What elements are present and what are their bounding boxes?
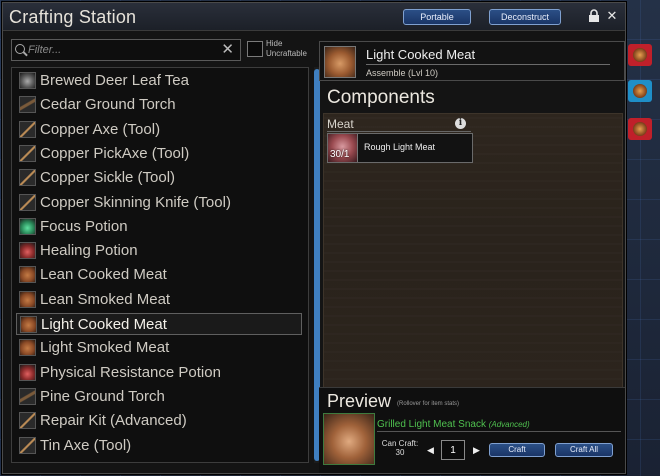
red-potion-icon xyxy=(19,242,36,260)
recipe-item-label: Lean Smoked Meat xyxy=(40,290,171,308)
recipe-item[interactable]: Copper Skinning Knife (Tool) xyxy=(16,192,302,214)
crafting-bag-icon xyxy=(633,122,647,136)
divider xyxy=(377,431,621,432)
recipe-item-label: Copper Skinning Knife (Tool) xyxy=(40,193,231,211)
recipe-item-label: Copper Axe (Tool) xyxy=(40,120,161,138)
side-tab-3[interactable] xyxy=(628,118,652,140)
axe-icon xyxy=(19,120,36,138)
tea-icon xyxy=(19,72,36,89)
recipe-item-label: Brewed Deer Leaf Tea xyxy=(40,72,189,89)
axe-icon xyxy=(19,436,36,454)
craft-button[interactable]: Craft xyxy=(489,443,545,457)
recipe-item[interactable]: Light Smoked Meat xyxy=(16,337,302,359)
product-subtitle: Assemble (Lvl 10) xyxy=(366,68,439,78)
can-craft-value: 30 xyxy=(395,448,405,457)
component-slot-label: Meat xyxy=(327,117,354,131)
lock-icon[interactable] xyxy=(587,9,601,23)
meat-icon xyxy=(19,266,36,284)
increase-quantity-icon[interactable]: ▶ xyxy=(473,445,481,455)
recipe-item[interactable]: Physical Resistance Potion xyxy=(16,362,302,384)
deconstruct-button[interactable]: Deconstruct xyxy=(489,9,561,25)
recipe-item[interactable]: Light Cooked Meat xyxy=(16,313,302,335)
window-title: Crafting Station xyxy=(9,7,137,27)
recipe-item-label: Pine Ground Torch xyxy=(40,387,165,405)
preview-item-name: Grilled Light Meat Snack (Advanced) xyxy=(377,419,530,430)
portable-button[interactable]: Portable xyxy=(403,9,471,25)
meat-icon xyxy=(19,339,36,357)
detail-panel: Light Cooked Meat Assemble (Lvl 10) Comp… xyxy=(319,35,625,473)
torch-icon xyxy=(19,387,36,405)
recipe-item-label: Copper Sickle (Tool) xyxy=(40,169,176,187)
recipe-panel: ✕ Hide Uncraftable Brewed Deer Leaf Tea C… xyxy=(7,35,320,463)
recipe-item[interactable]: Cedar Ground Torch xyxy=(16,94,302,116)
crafting-bag-icon xyxy=(633,84,647,98)
component-item-name: Rough Light Meat xyxy=(364,142,436,152)
recipe-item[interactable]: Copper Axe (Tool) xyxy=(16,119,302,141)
recipe-item-label: Light Cooked Meat xyxy=(41,316,167,333)
recipe-item-label: Lean Cooked Meat xyxy=(40,266,167,284)
craft-all-button[interactable]: Craft All xyxy=(555,443,613,457)
component-slot[interactable]: 30/1 Rough Light Meat xyxy=(327,133,473,163)
close-icon[interactable]: ✕ xyxy=(605,9,619,23)
can-craft-label: Can Craft: xyxy=(381,439,419,448)
meat-icon xyxy=(20,316,37,333)
recipe-item[interactable]: Pine Ground Torch xyxy=(16,386,302,408)
preview-title: Preview xyxy=(327,391,392,411)
recipe-item[interactable]: Lean Cooked Meat xyxy=(16,264,302,286)
can-craft: Can Craft: 30 xyxy=(379,439,421,457)
recipe-item[interactable]: Healing Potion xyxy=(16,240,302,262)
recipe-item-label: Healing Potion xyxy=(40,242,138,260)
recipe-item-label: Copper PickAxe (Tool) xyxy=(40,144,190,162)
product-header: Light Cooked Meat Assemble (Lvl 10) xyxy=(319,41,625,81)
grilled-meat-icon[interactable] xyxy=(323,413,375,465)
side-tab-1[interactable] xyxy=(628,44,652,66)
pickaxe-icon xyxy=(19,144,36,162)
decrease-quantity-icon[interactable]: ◀ xyxy=(427,445,435,455)
clear-filter-icon[interactable]: ✕ xyxy=(221,41,234,59)
hide-uncraftable-checkbox[interactable] xyxy=(247,41,263,57)
recipe-item[interactable]: Focus Potion xyxy=(16,216,302,238)
preview-item-label: Grilled Light Meat Snack xyxy=(377,419,486,430)
meat-icon xyxy=(19,290,36,308)
hide-uncraftable-label: Hide Uncraftable xyxy=(266,39,307,58)
recipe-item[interactable]: Repair Kit (Advanced) xyxy=(16,410,302,432)
recipe-item-label: Physical Resistance Potion xyxy=(40,363,221,381)
recipe-item-label: Focus Potion xyxy=(40,217,128,235)
crafting-window: Crafting Station Portable Deconstruct ✕ … xyxy=(2,2,626,474)
knife-icon xyxy=(19,193,36,211)
recipe-item[interactable]: Copper Sickle (Tool) xyxy=(16,167,302,189)
recipe-list[interactable]: Brewed Deer Leaf Tea Cedar Ground Torch Co… xyxy=(11,67,309,463)
recipe-item-label: Cedar Ground Torch xyxy=(40,96,176,114)
search-icon xyxy=(15,44,25,54)
preview-hint: (Rollover for item stats) xyxy=(397,401,460,407)
filter-input[interactable] xyxy=(28,42,218,58)
quantity-input[interactable] xyxy=(441,440,465,460)
hammer-icon xyxy=(19,412,36,430)
info-icon[interactable]: i xyxy=(455,118,466,129)
recipe-item-label: Light Smoked Meat xyxy=(40,339,170,357)
recipe-item-label: Tin Axe (Tool) xyxy=(40,436,132,454)
side-tab-2[interactable] xyxy=(628,80,652,102)
recipe-item[interactable]: Brewed Deer Leaf Tea xyxy=(16,70,302,92)
green-potion-icon xyxy=(19,217,36,235)
recipe-item[interactable]: Tin Axe (Tool) xyxy=(16,435,302,457)
product-name: Light Cooked Meat xyxy=(366,47,476,62)
raw-meat-icon: 30/1 xyxy=(328,134,358,162)
recipe-item[interactable]: Lean Smoked Meat xyxy=(16,289,302,311)
preview-item-tag: (Advanced) xyxy=(488,420,530,429)
divider xyxy=(366,64,610,65)
filter-box[interactable]: ✕ xyxy=(11,39,241,61)
red-potion-icon xyxy=(19,363,36,381)
sickle-icon xyxy=(19,169,36,187)
divider xyxy=(327,131,471,132)
component-count: 30/1 xyxy=(330,149,350,160)
components-title: Components xyxy=(327,87,435,108)
recipe-item[interactable]: Copper PickAxe (Tool) xyxy=(16,143,302,165)
recipe-item-label: Repair Kit (Advanced) xyxy=(40,412,187,430)
torch-icon xyxy=(19,96,36,114)
cooked-meat-icon[interactable] xyxy=(324,46,356,78)
crafting-bag-icon xyxy=(633,48,647,62)
title-bar[interactable]: Crafting Station Portable Deconstruct ✕ xyxy=(3,3,625,31)
